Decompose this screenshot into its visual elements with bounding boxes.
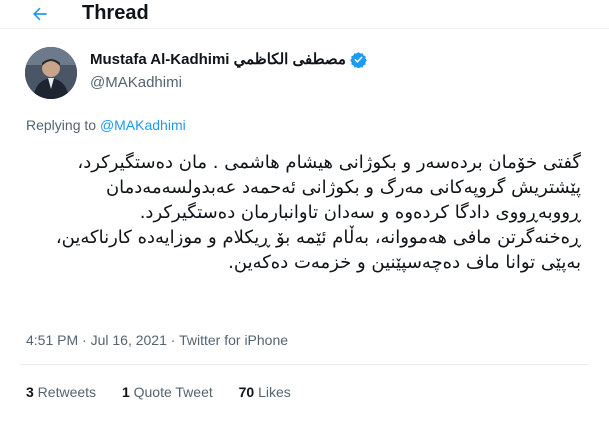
meta-separator: · xyxy=(78,332,91,348)
author-name-row: Mustafa Al-Kadhimi مصطفى الكاظمي xyxy=(90,50,367,68)
author-handle[interactable]: @MAKadhimi xyxy=(90,74,182,91)
retweets-count: 3 xyxy=(26,384,34,400)
tweet-time[interactable]: 4:51 PM xyxy=(26,332,78,348)
replying-to-line: Replying to @MAKadhimi xyxy=(26,117,186,133)
back-arrow-icon[interactable] xyxy=(30,4,50,24)
tweet-metadata: 4:51 PM · Jul 16, 2021 · Twitter for iPh… xyxy=(26,332,288,348)
replying-to-label: Replying to xyxy=(26,117,100,133)
verified-badge-icon xyxy=(350,51,367,68)
header-divider xyxy=(0,28,609,29)
tweet-text: گفتی خۆمان بردەسەر و بکوژانی هیشام هاشمی… xyxy=(21,150,581,275)
avatar[interactable] xyxy=(25,47,77,99)
quote-tweets-stat[interactable]: 1 Quote Tweet xyxy=(122,384,213,400)
replying-to-handle-link[interactable]: @MAKadhimi xyxy=(100,117,186,133)
tweet-paragraph-1: گفتی خۆمان بردەسەر و بکوژانی هیشام هاشمی… xyxy=(77,152,581,223)
retweets-label: Retweets xyxy=(33,384,97,400)
tweet-stats: 3 Retweets 1 Quote Tweet 70 Likes xyxy=(26,384,313,400)
author-display-name[interactable]: Mustafa Al-Kadhimi مصطفى الكاظمي xyxy=(90,50,346,68)
stats-divider xyxy=(20,364,589,365)
retweets-stat[interactable]: 3 Retweets xyxy=(26,384,96,400)
top-bar: Thread xyxy=(0,0,609,30)
tweet-source[interactable]: Twitter for iPhone xyxy=(179,332,288,348)
meta-separator: · xyxy=(166,332,180,348)
likes-stat[interactable]: 70 Likes xyxy=(239,384,291,400)
tweet-date[interactable]: Jul 16, 2021 xyxy=(91,332,167,348)
quote-tweets-label: Quote Tweet xyxy=(129,384,213,400)
page-title: Thread xyxy=(82,2,149,24)
quote-tweets-count: 1 xyxy=(121,384,130,400)
tweet-paragraph-2: ڕەخنەگرتن مافی هەمووانە، بەڵام ئێمە بۆ ڕ… xyxy=(55,227,581,273)
likes-label: Likes xyxy=(254,384,291,400)
likes-count: 70 xyxy=(238,384,255,400)
